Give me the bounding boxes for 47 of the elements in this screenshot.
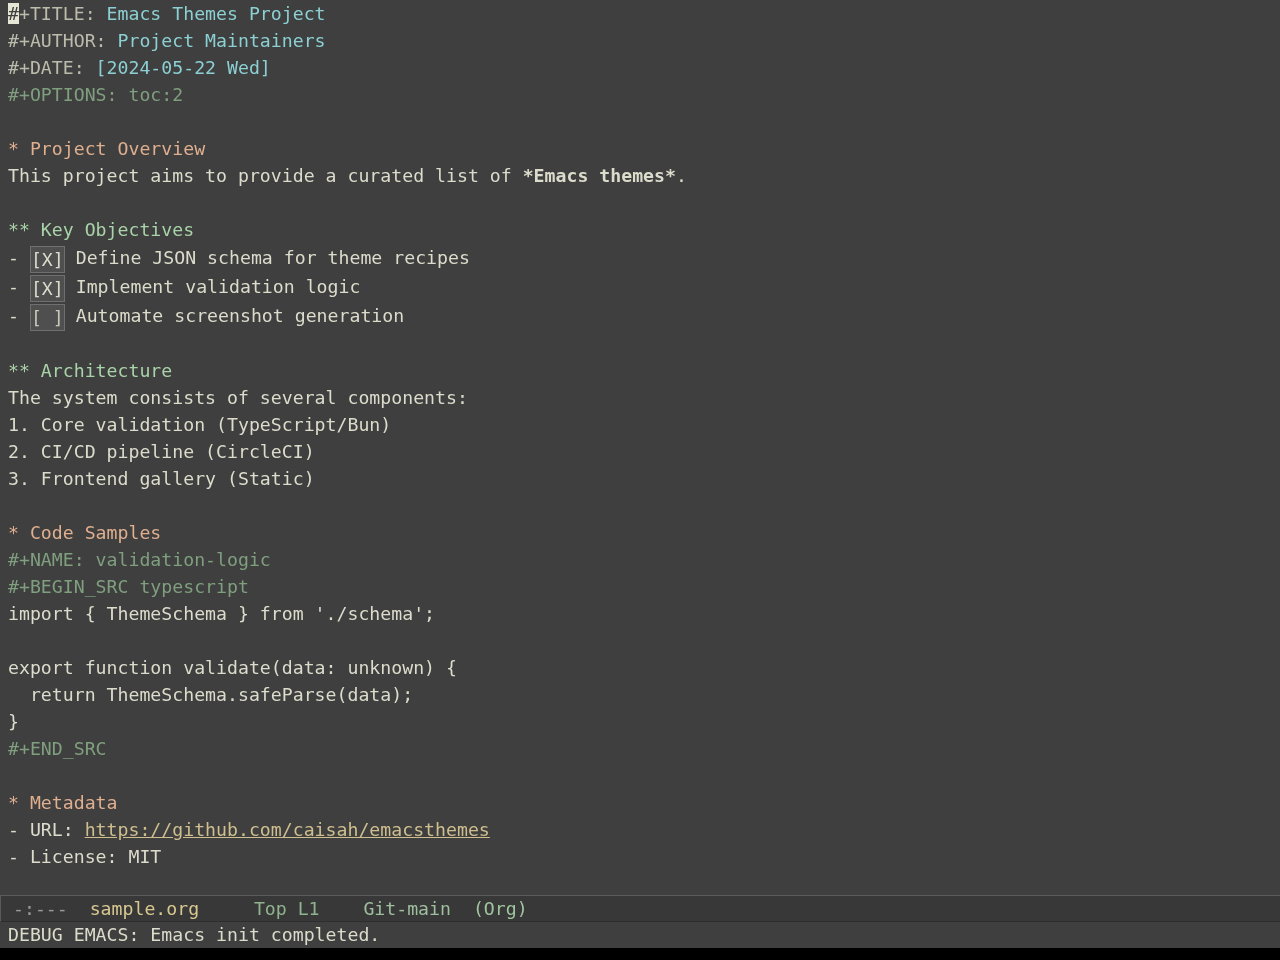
checklist-label: Automate screenshot generation [75,305,405,326]
heading-title: Key Objectives [40,219,195,240]
keyword-label: #+OPTIONS: [8,84,118,105]
body-text: The system consists of several components: [8,387,468,408]
checkbox[interactable]: [ ] [29,303,65,331]
keyword-label: #+AUTHOR: [8,30,107,51]
block-keyword: #+BEGIN_SRC typescript [8,576,249,597]
echo-message: DEBUG EMACS: Emacs init completed. [8,924,381,945]
heading-stars: ** [8,360,30,381]
block-keyword: #+END_SRC [8,738,107,759]
heading-stars: * [8,138,19,159]
modified-status: -:--- [13,897,68,921]
keyword-label: #+DATE: [8,57,85,78]
source-code: import { ThemeSchema } from './schema'; export function validate(data: unknown) { return ThemeSchema.safeParse(data); } [8,602,458,734]
list-number: 2. [8,441,30,462]
list-bullet: - [8,247,19,268]
list-item-text: Core validation (TypeScript/Bun) [40,414,392,435]
checklist-label: Implement validation logic [75,276,361,297]
major-mode: (Org) [472,897,528,921]
list-number: 3. [8,468,30,489]
paragraph-text: This project aims to provide a curated list of *Emacs themes*. [8,165,687,186]
checklist-label: Define JSON schema for theme recipes [75,247,470,268]
heading-title: Project Overview [29,138,206,159]
heading-title: Code Samples [29,522,162,543]
keyword-value: [2024-05-22 Wed] [95,57,271,78]
keyword-value: Emacs Themes Project [106,3,326,24]
list-number: 1. [8,414,30,435]
checkbox[interactable]: [X] [29,274,65,302]
body-text: - License: MIT [8,846,162,867]
url-link[interactable]: https://github.com/caisah/emacsthemes [84,819,490,840]
keyword-value: Project Maintainers [117,30,326,51]
buffer-name: sample.org [89,897,200,921]
checkbox[interactable]: [X] [29,245,65,273]
heading-title: Metadata [29,792,118,813]
vc-branch: Git-main [363,897,451,921]
list-bullet: - [8,305,19,326]
heading-stars: * [8,792,19,813]
heading-title: Architecture [40,360,173,381]
list-item-text: - URL: [8,819,74,840]
block-keyword: #+NAME: validation-logic [8,549,271,570]
list-bullet: - [8,276,19,297]
list-item-text: Frontend gallery (Static) [40,468,315,489]
keyword-value: toc:2 [128,84,184,105]
heading-stars: * [8,522,19,543]
position-indicator: Top L1 [253,897,320,921]
list-item-text: CI/CD pipeline (CircleCI) [40,441,315,462]
heading-stars: ** [8,219,30,240]
